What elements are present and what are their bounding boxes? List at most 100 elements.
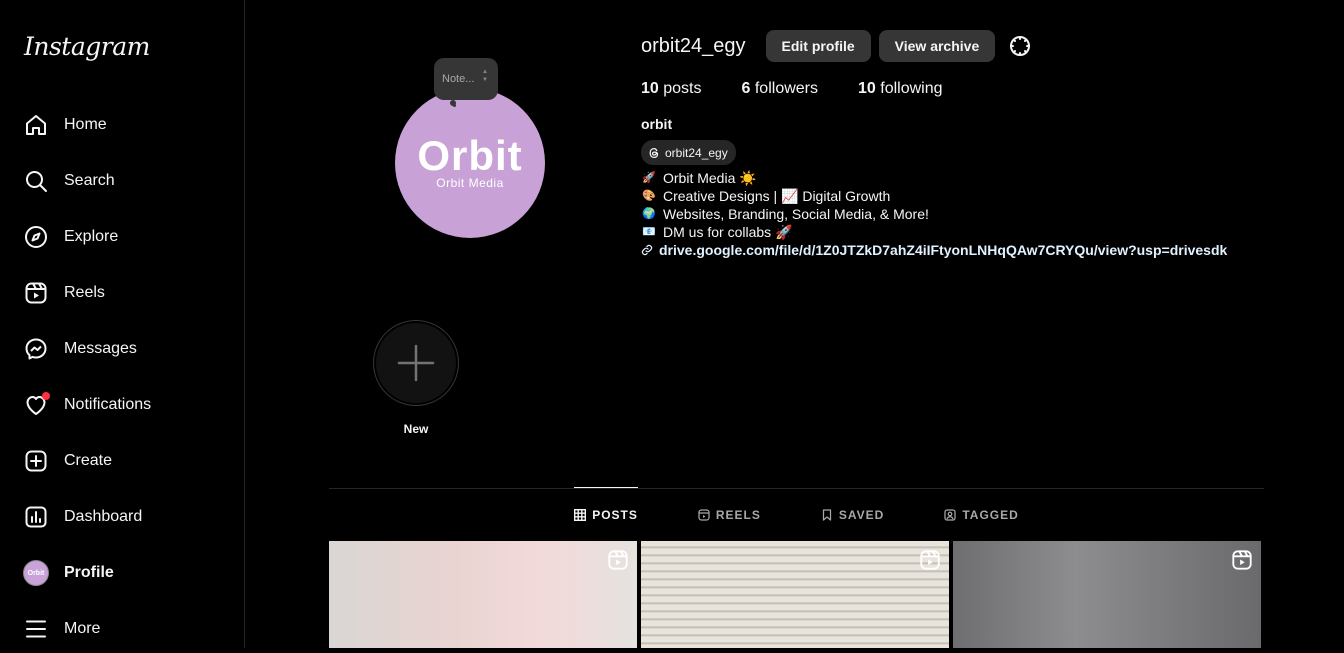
- plus-icon: [397, 344, 435, 382]
- plus-square-icon: [23, 448, 49, 474]
- reel-icon: [919, 549, 941, 576]
- sidebar-item-label: Search: [64, 172, 115, 189]
- bio-emoji: 📧: [642, 226, 656, 238]
- followers-label: followers: [754, 80, 818, 97]
- reel-icon: [607, 549, 629, 576]
- avatar: Orbit: [23, 560, 49, 586]
- search-icon: [23, 168, 49, 194]
- avatar-brand-text: Orbit: [417, 132, 523, 179]
- bio-line: 🌍 Websites, Branding, Social Media, & Mor…: [641, 205, 1321, 223]
- sidebar-item-label: Create: [64, 452, 113, 469]
- reels-icon: [23, 280, 49, 306]
- profile-avatar-wrap: Orbit: [23, 560, 49, 586]
- tab-tagged[interactable]: TAGGED: [944, 488, 1018, 541]
- bio-text: DM us for collabs 🚀: [663, 224, 793, 240]
- note-placeholder: Note...: [442, 73, 475, 85]
- tab-label: TAGGED: [962, 507, 1019, 522]
- posts-label: posts: [663, 80, 702, 97]
- compass-icon: [23, 224, 49, 250]
- tab-posts[interactable]: POSTS: [574, 487, 638, 541]
- highlight-ring[interactable]: [373, 320, 459, 406]
- grid-icon: [574, 508, 587, 521]
- heart-icon: [23, 392, 50, 418]
- tab-label: POSTS: [592, 507, 638, 522]
- gear-icon[interactable]: [1007, 33, 1033, 59]
- sidebar-item-notifications[interactable]: Notifications: [12, 381, 232, 429]
- sidebar-item-more[interactable]: More: [12, 605, 232, 653]
- avatar: Orbit Orbit Media: [395, 88, 545, 238]
- notification-dot: [42, 392, 50, 400]
- threads-icon: [649, 147, 659, 158]
- sidebar-item-label: More: [64, 620, 101, 637]
- profile-header-row: orbit24_egy Edit profile View archive: [641, 30, 1321, 62]
- profile-info: orbit24_egy Edit profile View archive 10…: [641, 30, 1321, 259]
- new-highlight[interactable]: New: [373, 320, 459, 436]
- bio-emoji: 🚀: [642, 172, 656, 184]
- edit-profile-button[interactable]: Edit profile: [765, 30, 871, 62]
- bio-emoji: 🌍: [642, 208, 656, 220]
- post-tile[interactable]: [329, 541, 637, 648]
- bio-line: 📧 DM us for collabs 🚀: [641, 223, 1321, 241]
- following-count: 10: [858, 80, 876, 97]
- tab-label: SAVED: [838, 507, 885, 522]
- instagram-logo[interactable]: Instagram: [24, 32, 150, 61]
- post-grid: [329, 541, 1264, 648]
- note-stepper-icon: ▲ ▼: [482, 69, 488, 83]
- chart-icon: [23, 504, 49, 530]
- sidebar-item-label: Messages: [64, 340, 137, 357]
- tab-label: REELS: [715, 507, 761, 522]
- sidebar-item-create[interactable]: Create: [12, 437, 232, 485]
- sidebar-item-reels[interactable]: Reels: [12, 269, 232, 317]
- profile-link-text: drive.google.com/file/d/1Z0JTZkD7ahZ4iIF…: [659, 242, 1228, 258]
- tab-saved[interactable]: SAVED: [821, 488, 884, 541]
- tag-user-icon: [944, 508, 956, 521]
- post-tile[interactable]: [953, 541, 1261, 648]
- followers-stat[interactable]: 6 followers: [742, 80, 819, 98]
- following-label: following: [880, 80, 943, 97]
- sidebar-item-dashboard[interactable]: Dashboard: [12, 493, 232, 541]
- bio-line: 🚀 Orbit Media ☀️: [641, 169, 1321, 187]
- bio-line: 🎨 Creative Designs | 📈 Digital Growth: [641, 187, 1321, 205]
- bio-text: Orbit Media ☀️: [663, 170, 757, 186]
- highlight-inner: [376, 323, 456, 403]
- bio-emoji: 🎨: [642, 190, 656, 202]
- posts-count: 10: [641, 80, 659, 97]
- sidebar-item-search[interactable]: Search: [12, 157, 232, 205]
- threads-handle: orbit24_egy: [665, 145, 728, 160]
- avatar-sub-text: Orbit Media: [436, 176, 504, 190]
- link-icon: [641, 244, 653, 256]
- home-icon: [23, 112, 49, 138]
- highlight-label: New: [403, 422, 429, 436]
- tab-reels[interactable]: REELS: [698, 488, 761, 541]
- menu-icon: [23, 616, 49, 642]
- profile-link[interactable]: drive.google.com/file/d/1Z0JTZkD7ahZ4iIF…: [641, 241, 1321, 259]
- following-stat[interactable]: 10 following: [858, 80, 943, 98]
- sidebar-item-label: Profile: [64, 564, 114, 581]
- sidebar-item-label: Explore: [64, 228, 119, 245]
- view-archive-button[interactable]: View archive: [878, 30, 996, 62]
- profile-stats: 10 posts 6 followers 10 following: [641, 80, 1321, 98]
- sidebar-item-explore[interactable]: Explore: [12, 213, 232, 261]
- post-tile[interactable]: [641, 541, 949, 648]
- note-tail-dot: [453, 104, 456, 107]
- full-name: orbit: [641, 116, 673, 132]
- sidebar-item-label: Notifications: [64, 396, 152, 413]
- bookmark-icon: [822, 508, 832, 521]
- profile-avatar[interactable]: Orbit Orbit Media: [395, 88, 547, 240]
- profile-main: Orbit Orbit Media Note... ▲ ▼ orbit24_egy…: [245, 0, 1344, 648]
- posts-stat: 10 posts: [641, 80, 702, 98]
- reel-icon: [1231, 549, 1253, 576]
- threads-badge[interactable]: orbit24_egy: [641, 140, 736, 165]
- followers-count: 6: [741, 80, 751, 97]
- reels-icon: [698, 508, 710, 521]
- sidebar-item-messages[interactable]: Messages: [12, 325, 232, 373]
- bio: 🚀 Orbit Media ☀️ 🎨 Creative Designs | 📈 Di…: [641, 169, 1321, 259]
- bio-text: Websites, Branding, Social Media, & More…: [663, 206, 929, 222]
- sidebar-item-label: Reels: [64, 284, 105, 301]
- profile-tabs: POSTS REELS SAVED TAGGED: [329, 487, 1264, 541]
- sidebar-item-label: Dashboard: [64, 508, 143, 525]
- sidebar-item-home[interactable]: Home: [12, 101, 232, 149]
- sidebar-item-profile[interactable]: Orbit Profile: [12, 549, 232, 597]
- sidebar-item-label: Home: [64, 116, 107, 133]
- note-bubble[interactable]: Note... ▲ ▼: [434, 58, 498, 100]
